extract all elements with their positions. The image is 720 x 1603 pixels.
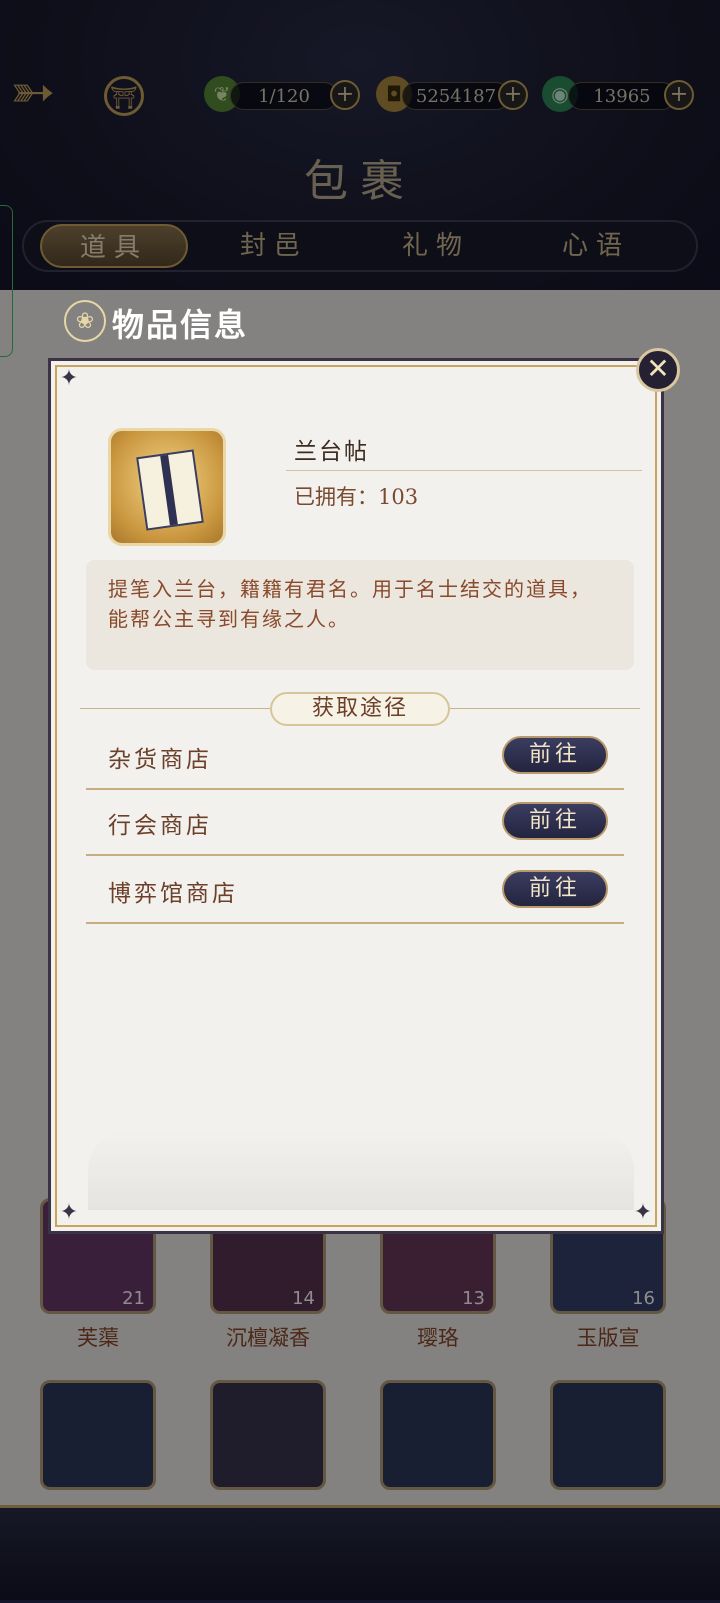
go-button[interactable]: 前往 — [502, 802, 608, 840]
corner-ornament-icon: ✦ — [633, 1200, 653, 1225]
divider — [286, 470, 642, 471]
divider — [450, 708, 640, 709]
source-row: 行会商店 前往 — [86, 790, 624, 856]
corner-ornament-icon: ✦ — [59, 1200, 79, 1225]
item-icon — [108, 428, 226, 546]
close-x-icon[interactable]: ✕ — [636, 348, 680, 392]
cloud-decoration — [88, 1130, 634, 1210]
description-box: 提笔入兰台，籍籍有君名。用于名士结交的道具，能帮公主寻到有缘之人。 — [86, 560, 634, 670]
divider — [80, 708, 270, 709]
source-label: 行会商店 — [108, 813, 212, 839]
butterfly-emblem-icon: ❀ — [64, 300, 106, 342]
go-button[interactable]: 前往 — [502, 870, 608, 908]
modal-header: ❀ 物品信息 — [64, 298, 404, 348]
modal-title: 物品信息 — [112, 306, 249, 344]
source-label: 杂货商店 — [108, 747, 212, 773]
item-description: 提笔入兰台，籍籍有君名。用于名士结交的道具，能帮公主寻到有缘之人。 — [108, 577, 592, 631]
owned-count: 已拥有：103 — [294, 485, 419, 509]
source-row: 博弈馆商店 前往 — [86, 858, 624, 924]
letter-scroll-icon — [136, 449, 204, 531]
item-title: 兰台帖 — [294, 439, 369, 465]
source-row: 杂货商店 前往 — [86, 724, 624, 790]
source-label: 博弈馆商店 — [108, 881, 238, 907]
corner-ornament-icon: ✦ — [59, 366, 79, 391]
go-button[interactable]: 前往 — [502, 736, 608, 774]
section-title: 获取途径 — [270, 692, 450, 726]
